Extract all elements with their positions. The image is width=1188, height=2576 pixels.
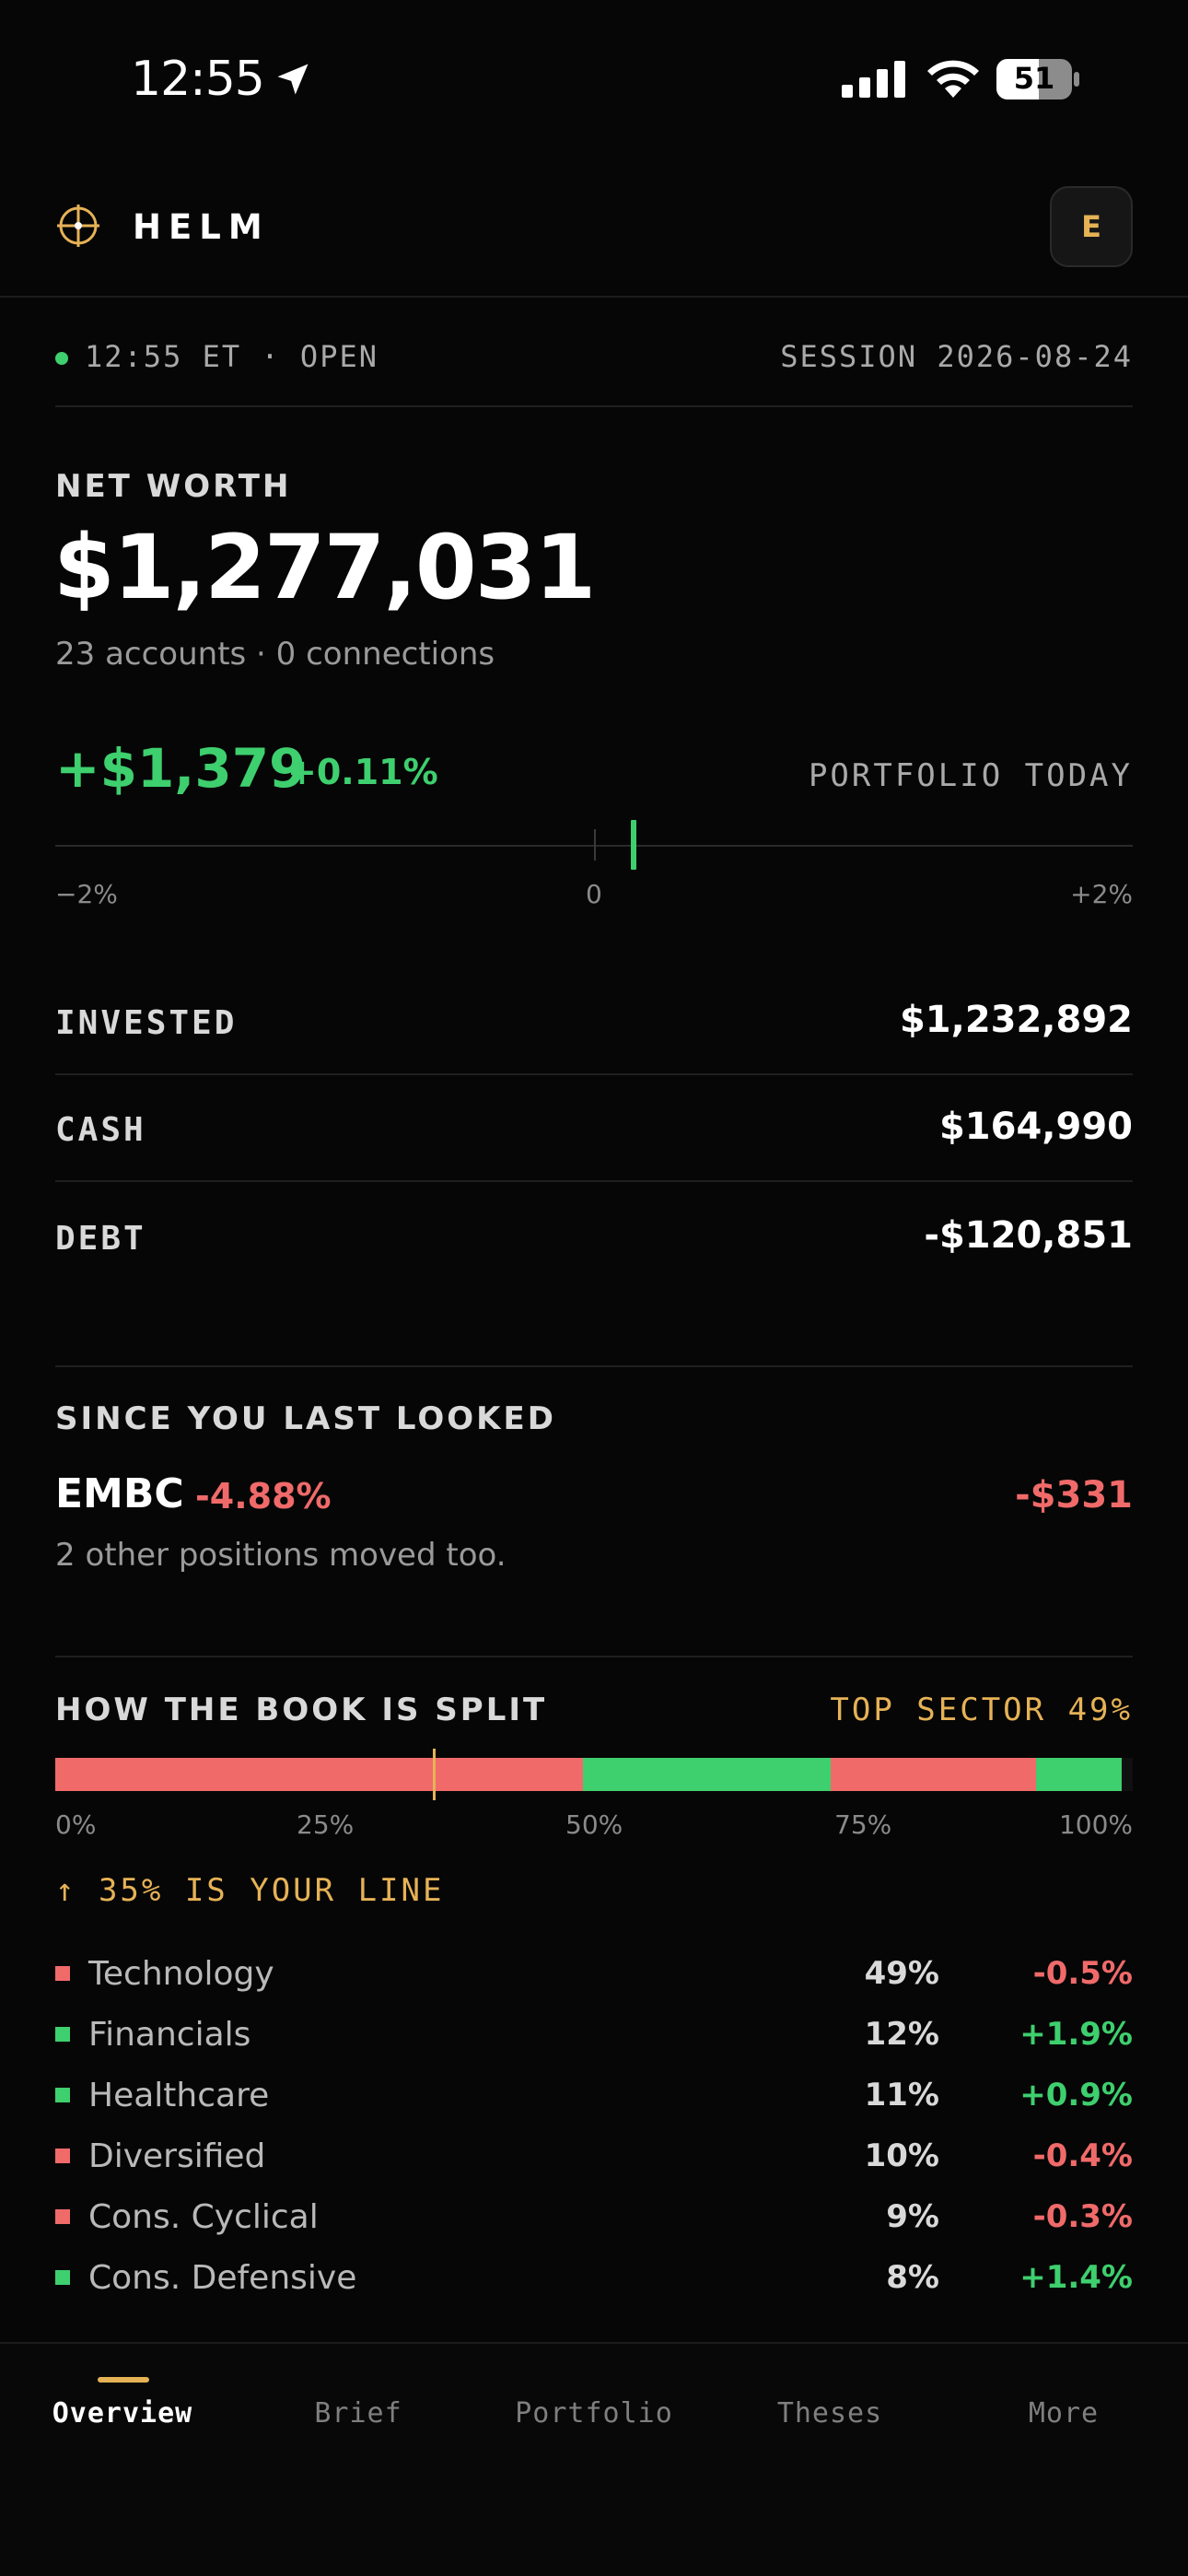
debt-label: DEBT <box>55 1220 146 1258</box>
scale-min-label: −2% <box>55 879 118 909</box>
sector-weight: 49% <box>864 1955 939 1992</box>
sector-color-swatch <box>55 2270 70 2285</box>
allocation-segment <box>831 1758 1036 1791</box>
net-worth-value: $1,277,031 <box>53 516 596 619</box>
sector-change: +1.4% <box>1019 2259 1133 2296</box>
cash-value: $164,990 <box>938 1106 1133 1148</box>
tab-overview[interactable]: Overview <box>4 2397 241 2430</box>
tab-brief[interactable]: Brief <box>239 2397 477 2430</box>
sector-change: +1.9% <box>1019 2016 1133 2053</box>
location-arrow-icon <box>277 64 309 95</box>
day-change-marker <box>631 820 637 870</box>
section-divider <box>55 1656 1133 1657</box>
battery-icon: 51 <box>996 59 1079 100</box>
active-tab-indicator <box>98 2377 149 2383</box>
session-date: SESSION 2026-08-24 <box>780 339 1133 374</box>
status-time: 12:55 <box>131 52 265 107</box>
sector-row[interactable]: Diversified 10% -0.4% <box>55 2133 1133 2179</box>
since-last-looked-label: SINCE YOU LAST LOOKED <box>55 1400 556 1437</box>
sector-name: Cons. Cyclical <box>88 2197 319 2236</box>
sector-row[interactable]: Cons. Defensive 8% +1.4% <box>55 2254 1133 2301</box>
other-movers-note[interactable]: 2 other positions moved too. <box>55 1537 507 1574</box>
tab-portfolio[interactable]: Portfolio <box>475 2397 713 2430</box>
session-divider <box>55 405 1133 407</box>
wifi-icon <box>927 60 979 98</box>
sector-change: -0.3% <box>1032 2198 1133 2235</box>
market-open-dot <box>55 352 68 365</box>
sector-row[interactable]: Cons. Cyclical 9% -0.3% <box>55 2194 1133 2240</box>
sector-name: Technology <box>88 1954 274 1993</box>
sector-allocation-bar <box>55 1758 1133 1791</box>
mover-percent: -4.88% <box>195 1476 332 1516</box>
sector-change: -0.4% <box>1032 2137 1133 2174</box>
debt-value: -$120,851 <box>924 1214 1133 1257</box>
header-divider <box>0 296 1188 298</box>
sector-name: Cons. Defensive <box>88 2258 357 2297</box>
sector-weight: 11% <box>864 2077 939 2113</box>
tab-bar <box>0 2342 1188 2576</box>
invested-label: INVESTED <box>55 1004 238 1042</box>
concentration-line-marker <box>432 1749 436 1800</box>
mover-ticker[interactable]: EMBC <box>55 1470 184 1517</box>
sector-weight: 9% <box>886 2198 939 2235</box>
brand-name: HELM <box>133 207 270 247</box>
tab-more[interactable]: More <box>945 2397 1182 2430</box>
sector-color-swatch <box>55 2209 70 2224</box>
portfolio-today-label: PORTFOLIO TODAY <box>808 757 1133 794</box>
profile-avatar-button[interactable]: E <box>1050 186 1133 267</box>
bar-tick-label: 0% <box>55 1809 97 1840</box>
sector-row[interactable]: Technology 49% -0.5% <box>55 1950 1133 1996</box>
sector-color-swatch <box>55 1966 70 1981</box>
sector-change: +0.9% <box>1019 2077 1133 2113</box>
day-change-amount: +$1,379 <box>55 737 307 800</box>
sector-name: Financials <box>88 2015 251 2054</box>
sector-row[interactable]: Financials 12% +1.9% <box>55 2011 1133 2057</box>
sector-color-swatch <box>55 2149 70 2163</box>
sector-change: -0.5% <box>1032 1955 1133 1992</box>
helm-logo-icon <box>57 205 99 247</box>
balance-divider <box>55 1180 1133 1182</box>
top-sector-badge: TOP SECTOR 49% <box>830 1692 1133 1728</box>
book-split-label: HOW THE BOOK IS SPLIT <box>55 1692 548 1728</box>
sector-weight: 8% <box>886 2259 939 2296</box>
sector-name: Diversified <box>88 2137 266 2175</box>
allocation-segment <box>583 1758 832 1791</box>
net-worth-label: NET WORTH <box>55 468 292 505</box>
bar-tick-label: 25% <box>297 1809 355 1840</box>
allocation-segment <box>55 1758 584 1791</box>
cash-label: CASH <box>55 1111 146 1149</box>
bar-tick-label: 100% <box>1058 1809 1133 1840</box>
accounts-summary: 23 accounts · 0 connections <box>55 636 495 673</box>
sector-color-swatch <box>55 2088 70 2102</box>
sector-weight: 12% <box>864 2016 939 2053</box>
mover-amount: -$331 <box>1015 1474 1133 1516</box>
section-divider <box>55 1365 1133 1367</box>
tab-theses[interactable]: Theses <box>711 2397 949 2430</box>
invested-value: $1,232,892 <box>899 999 1133 1041</box>
allocation-segment <box>1122 1758 1133 1791</box>
concentration-line-note: ↑ 35% IS YOUR LINE <box>55 1872 445 1909</box>
market-status: 12:55 ET · OPEN <box>85 339 379 374</box>
sector-weight: 10% <box>864 2137 939 2174</box>
day-change-percent: +0.11% <box>287 752 438 792</box>
scale-zero-tick <box>594 829 596 861</box>
balance-divider <box>55 1073 1133 1075</box>
sector-name: Healthcare <box>88 2076 270 2114</box>
bar-tick-label: 75% <box>834 1809 892 1840</box>
scale-max-label: +2% <box>1070 879 1133 909</box>
battery-level: 51 <box>1013 61 1055 96</box>
allocation-segment <box>1035 1758 1123 1791</box>
sector-color-swatch <box>55 2027 70 2042</box>
scale-mid-label: 0 <box>586 879 602 909</box>
sector-row[interactable]: Healthcare 11% +0.9% <box>55 2072 1133 2118</box>
cellular-signal-icon <box>842 61 905 98</box>
bar-tick-label: 50% <box>565 1809 623 1840</box>
